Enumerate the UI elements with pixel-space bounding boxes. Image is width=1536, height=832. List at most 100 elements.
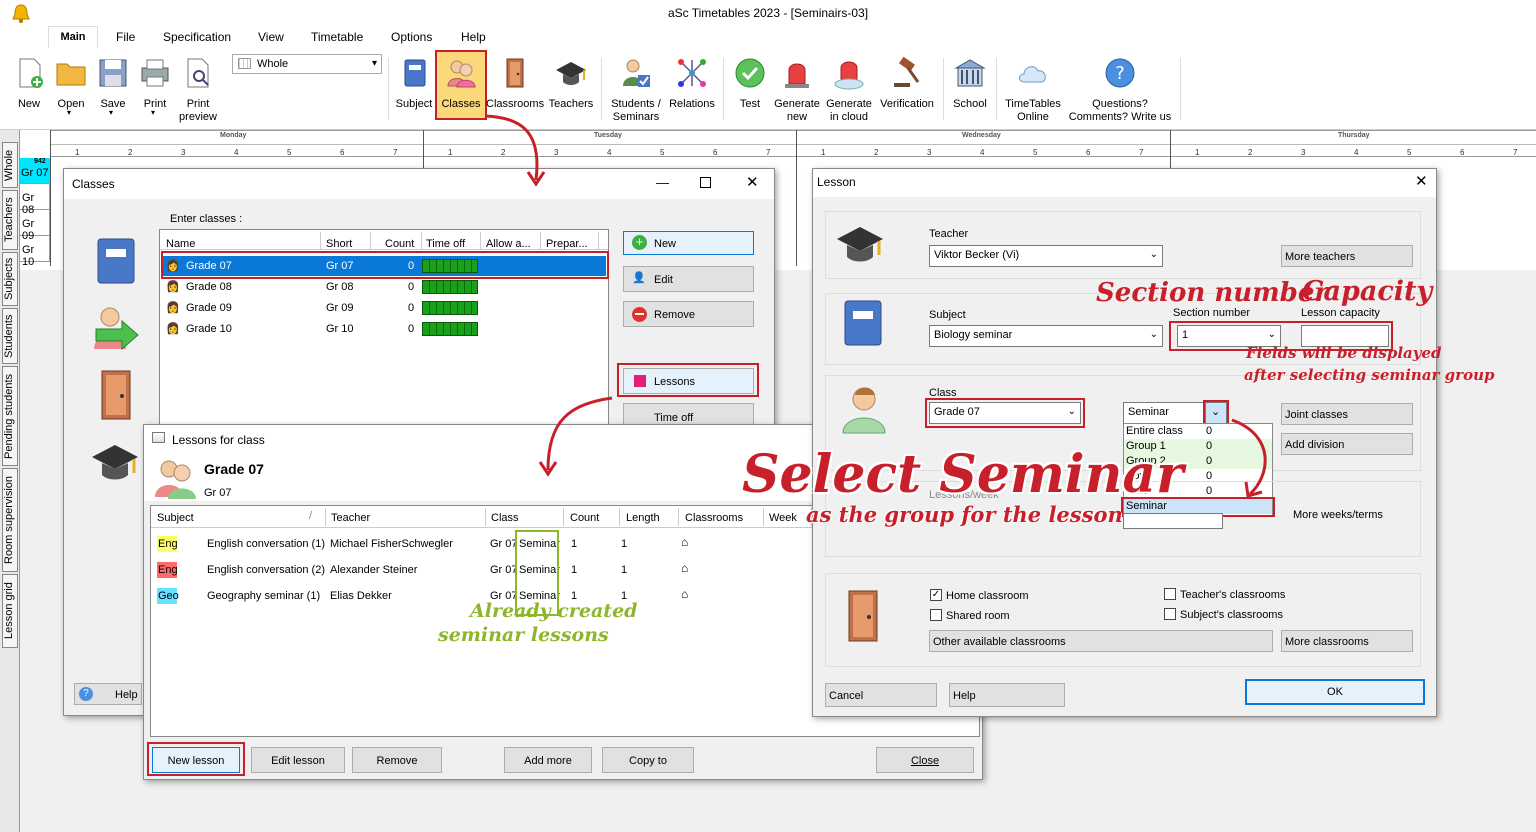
generate-cloud-button[interactable]: Generate in cloud <box>822 56 876 124</box>
col-count[interactable]: Count <box>385 238 414 250</box>
subject-select[interactable]: Biology seminar ⌄ <box>929 325 1163 347</box>
grid-row[interactable]: Gr 08 <box>20 184 50 216</box>
school-button[interactable]: School <box>948 56 992 111</box>
view-select[interactable]: Whole ▾ <box>232 54 382 74</box>
col-length[interactable]: Length <box>626 512 660 524</box>
home-classroom-checkbox[interactable]: ✓ <box>930 589 942 601</box>
sidetab-pending-students[interactable]: Pending students <box>2 366 18 466</box>
home-icon: ⌂ <box>681 561 689 575</box>
col-class[interactable]: Class <box>491 512 519 524</box>
help-button[interactable]: Help <box>949 683 1065 707</box>
maximize-icon[interactable] <box>700 177 711 188</box>
grid-row-selected[interactable]: 942 Gr 07 <box>20 158 50 184</box>
col-classrooms[interactable]: Classrooms <box>685 512 743 524</box>
col-week[interactable]: Week <box>769 512 797 524</box>
timetables-online-button[interactable]: TimeTables Online <box>1000 56 1066 124</box>
print-button[interactable]: Print <box>136 56 174 111</box>
sidetab-students[interactable]: Students <box>2 308 18 364</box>
close-icon[interactable]: ✕ <box>746 173 759 191</box>
ribbon: New Open Save Print Print preview Whole … <box>0 48 1536 130</box>
col-time-off[interactable]: Time off <box>426 238 465 250</box>
menu-file[interactable]: File <box>116 30 135 44</box>
subject-button[interactable]: Subject <box>394 56 434 111</box>
minimize-icon[interactable]: — <box>656 175 669 190</box>
menu-main[interactable]: Main <box>48 26 98 48</box>
sidetab-teachers[interactable]: Teachers <box>2 190 18 250</box>
graduation-cap-icon <box>837 227 883 262</box>
menu-timetable[interactable]: Timetable <box>311 30 363 44</box>
svg-text:?: ? <box>1115 63 1125 84</box>
lessons-class-name: Grade 07 <box>204 461 264 477</box>
open-dropdown-icon[interactable]: ▾ <box>67 108 71 117</box>
more-classrooms-button[interactable]: More classrooms <box>1281 630 1413 652</box>
class-row[interactable]: 👩 Grade 08 Gr 08 0 <box>162 277 606 297</box>
print-dropdown-icon[interactable]: ▾ <box>151 108 155 117</box>
menu-help[interactable]: Help <box>461 30 486 44</box>
grid-row[interactable]: Gr 10 <box>20 236 50 268</box>
col-prepar[interactable]: Prepar... <box>546 238 588 250</box>
classes-new-button[interactable]: + New <box>623 231 754 255</box>
sidetab-lesson-grid[interactable]: Lesson grid <box>2 574 18 648</box>
open-button[interactable]: Open <box>52 56 90 111</box>
door-icon <box>506 58 524 88</box>
remove-lesson-button[interactable]: Remove <box>352 747 442 773</box>
col-name[interactable]: Name <box>166 238 195 250</box>
lessons-highlight <box>617 363 759 397</box>
menu-view[interactable]: View <box>258 30 284 44</box>
class-icon: 👩 <box>166 281 180 293</box>
col-allow[interactable]: Allow a... <box>486 238 531 250</box>
save-dropdown-icon[interactable]: ▾ <box>109 108 113 117</box>
classes-button[interactable]: Classes <box>438 56 484 111</box>
close-lessons-button[interactable]: Close <box>876 747 974 773</box>
relations-button[interactable]: Relations <box>666 56 718 111</box>
classrooms-button[interactable]: Classrooms <box>486 56 544 111</box>
teacher-select[interactable]: Viktor Becker (Vi) ⌄ <box>929 245 1163 267</box>
sidetab-subjects[interactable]: Subjects <box>2 252 18 306</box>
more-teachers-button[interactable]: More teachers <box>1281 245 1413 267</box>
class-icon: 👩 <box>166 323 180 335</box>
arrow-dropdown-to-seminar <box>1231 418 1267 498</box>
save-button[interactable]: Save <box>94 56 132 111</box>
menu-options[interactable]: Options <box>391 30 432 44</box>
sort-icon: / <box>309 510 313 522</box>
class-row[interactable]: 👩 Grade 09 Gr 09 0 <box>162 298 606 318</box>
classes-edit-button[interactable]: 👤 Edit <box>623 266 754 292</box>
sidetab-whole[interactable]: Whole <box>2 142 18 188</box>
class-row[interactable]: 👩 Grade 10 Gr 10 0 <box>162 319 606 339</box>
verification-button[interactable]: Verification <box>876 56 938 111</box>
lesson-dialog-title: Lesson <box>817 175 856 189</box>
lessons-week-field[interactable] <box>1123 513 1223 529</box>
col-count[interactable]: Count <box>570 512 599 524</box>
cancel-button[interactable]: Cancel <box>825 683 937 707</box>
teachers-classrooms-label: Teacher's classrooms <box>1180 589 1286 601</box>
joint-classes-button[interactable]: Joint classes <box>1281 403 1413 425</box>
close-icon[interactable]: ✕ <box>1415 172 1428 190</box>
classes-remove-button[interactable]: Remove <box>623 301 754 327</box>
classes-help-button[interactable]: ? Help <box>74 683 142 705</box>
test-button[interactable]: Test <box>730 56 770 111</box>
lessons-window-title: Lessons for class <box>172 433 265 447</box>
grid-row[interactable]: Gr 09 <box>20 210 50 242</box>
col-short[interactable]: Short <box>326 238 352 250</box>
students-seminars-button[interactable]: Students / Seminars <box>604 56 668 124</box>
ok-button[interactable]: OK <box>1245 679 1425 705</box>
col-teacher[interactable]: Teacher <box>331 512 370 524</box>
teachers-classrooms-checkbox[interactable] <box>1164 588 1176 600</box>
edit-lesson-button[interactable]: Edit lesson <box>251 747 345 773</box>
menu-specification[interactable]: Specification <box>163 30 231 44</box>
col-subject[interactable]: Subject <box>157 512 194 524</box>
questions-button[interactable]: ? Questions? Comments? Write us <box>1064 56 1176 124</box>
generate-new-button[interactable]: Generate new <box>770 56 824 124</box>
add-more-button[interactable]: Add more <box>504 747 592 773</box>
add-division-button[interactable]: Add division <box>1281 433 1413 455</box>
other-classrooms-button[interactable]: Other available classrooms <box>929 630 1273 652</box>
copy-to-button[interactable]: Copy to <box>602 747 694 773</box>
sidetab-room-supervision[interactable]: Room supervision <box>2 468 18 572</box>
more-weeks-label[interactable]: More weeks/terms <box>1293 509 1383 521</box>
shared-room-checkbox[interactable] <box>930 609 942 621</box>
subjects-classrooms-label: Subject's classrooms <box>1180 609 1283 621</box>
teachers-button[interactable]: Teachers <box>546 56 596 111</box>
new-button[interactable]: New <box>10 56 48 111</box>
print-preview-button[interactable]: Print preview <box>176 56 220 124</box>
subjects-classrooms-checkbox[interactable] <box>1164 608 1176 620</box>
